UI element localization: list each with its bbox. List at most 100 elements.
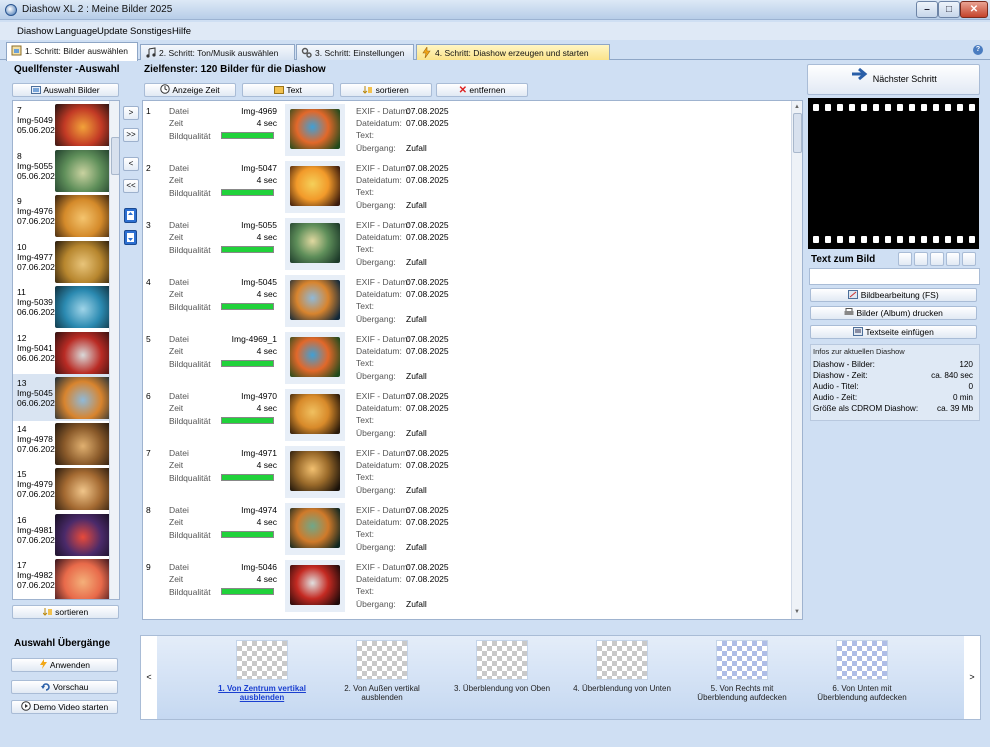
align-left-icon[interactable] bbox=[898, 252, 912, 266]
maximize-button[interactable]: □ bbox=[938, 1, 960, 18]
source-list-item[interactable]: 9 Img-4976 07.06.2025 bbox=[13, 192, 119, 239]
row-file-value: Img-4974 bbox=[241, 505, 277, 515]
move-down-icon[interactable] bbox=[124, 230, 137, 245]
quality-bar bbox=[221, 246, 274, 253]
demo-video-button[interactable]: Demo Video starten bbox=[11, 700, 118, 714]
text-button[interactable]: Text bbox=[242, 83, 334, 97]
remove-button[interactable]: ✕ entfernen bbox=[436, 83, 528, 97]
transition-item[interactable]: 1. Von Zentrum vertikal ausblenden bbox=[210, 640, 314, 702]
source-sort-button[interactable]: sortieren bbox=[12, 605, 119, 619]
source-list-item[interactable]: 7 Img-5049 05.06.2025 bbox=[13, 101, 119, 148]
row-transition-label: Übergang: bbox=[356, 257, 396, 267]
image-edit-button[interactable]: Bildbearbeitung (FS) bbox=[810, 288, 977, 302]
remove-all-button[interactable]: << bbox=[123, 179, 139, 193]
menu-diashow[interactable]: Diashow bbox=[17, 26, 53, 37]
display-time-button[interactable]: Anzeige Zeit bbox=[144, 83, 236, 97]
scroll-down-icon[interactable]: ▼ bbox=[794, 609, 800, 615]
add-all-button[interactable]: >> bbox=[123, 128, 139, 142]
insert-textpage-button[interactable]: Textseite einfügen bbox=[810, 325, 977, 339]
row-transition-value: Zufall bbox=[406, 143, 427, 153]
transitions-scroll-left[interactable]: < bbox=[141, 636, 157, 719]
target-list-row[interactable]: 5 Datei Img-4969_1 Zeit 4 sec Bildqualit… bbox=[143, 329, 791, 386]
transition-label: 2. Von Außen vertikal ausblenden bbox=[344, 684, 420, 702]
align-right-icon[interactable] bbox=[962, 252, 976, 266]
source-list-item[interactable]: 12 Img-5041 06.06.2025 bbox=[13, 329, 119, 376]
menu-language[interactable]: Language bbox=[55, 26, 97, 37]
target-list-row[interactable]: 8 Datei Img-4974 Zeit 4 sec Bildqualität… bbox=[143, 500, 791, 557]
source-item-name: Img-4982 bbox=[17, 570, 53, 580]
source-thumbnail bbox=[55, 240, 117, 283]
scroll-up-icon[interactable]: ▲ bbox=[794, 104, 800, 110]
apply-button[interactable]: Anwenden bbox=[11, 658, 118, 672]
align-center-icon[interactable] bbox=[914, 252, 928, 266]
source-scroll-thumb[interactable] bbox=[111, 137, 119, 175]
menu-hilfe[interactable]: Hilfe bbox=[172, 26, 191, 37]
tab-step-4[interactable]: 4. Schritt: Diashow erzeugen und starten bbox=[416, 44, 610, 60]
print-album-button[interactable]: Bilder (Album) drucken bbox=[810, 306, 977, 320]
transition-item[interactable]: 2. Von Außen vertikal ausblenden bbox=[330, 640, 434, 702]
tab-step-1[interactable]: 1. Schritt: Bilder auswählen bbox=[6, 42, 138, 61]
source-list-item[interactable]: 15 Img-4979 07.06.2025 bbox=[13, 465, 119, 512]
target-scroll-thumb[interactable] bbox=[793, 113, 802, 153]
tab-step-3[interactable]: 3. Schritt: Einstellungen bbox=[296, 44, 414, 60]
transition-item[interactable]: 4. Überblendung von Unten bbox=[570, 640, 674, 693]
minimize-button[interactable]: – bbox=[916, 1, 938, 18]
menu-sonstiges[interactable]: Sonstiges bbox=[130, 26, 172, 37]
printer-icon bbox=[844, 307, 854, 320]
move-up-icon[interactable] bbox=[124, 208, 137, 223]
film-perforation bbox=[897, 104, 903, 111]
row-number: 7 bbox=[146, 448, 151, 458]
tab-step-3-label: 3. Schritt: Einstellungen bbox=[315, 48, 405, 58]
source-list-item[interactable]: 14 Img-4978 07.06.2025 bbox=[13, 420, 119, 467]
source-item-name: Img-5041 bbox=[17, 342, 53, 353]
row-filedate-label: Dateidatum: bbox=[356, 175, 402, 185]
target-list-row[interactable]: 2 Datei Img-5047 Zeit 4 sec Bildqualität… bbox=[143, 158, 791, 215]
row-thumbnail bbox=[290, 223, 340, 263]
row-thumbnail bbox=[290, 280, 340, 320]
tab-step-2[interactable]: 2. Schritt: Ton/Musik auswählen bbox=[140, 44, 295, 60]
target-list-row[interactable]: 1 Datei Img-4969 Zeit 4 sec Bildqualität… bbox=[143, 101, 791, 158]
row-transition-value: Zufall bbox=[406, 314, 427, 324]
row-thumbnail-box bbox=[285, 104, 345, 156]
info-value: 0 min bbox=[952, 393, 973, 402]
rotate-icon[interactable] bbox=[930, 252, 944, 266]
source-list-item[interactable]: 11 Img-5039 06.06.2025 bbox=[13, 283, 119, 330]
remove-one-button[interactable]: < bbox=[123, 157, 139, 171]
target-list-row[interactable]: 7 Datei Img-4971 Zeit 4 sec Bildqualität… bbox=[143, 443, 791, 500]
target-list-row[interactable]: 4 Datei Img-5045 Zeit 4 sec Bildqualität… bbox=[143, 272, 791, 329]
source-list-item[interactable]: 8 Img-5055 05.06.2025 bbox=[13, 147, 119, 194]
menu-update[interactable]: Update bbox=[97, 26, 128, 37]
source-list-item[interactable]: 13 Img-5045 06.06.2025 bbox=[13, 374, 119, 421]
source-scrollbar[interactable] bbox=[109, 101, 119, 599]
help-icon[interactable]: ? bbox=[973, 45, 983, 55]
source-item-name: Img-5045 bbox=[17, 388, 53, 398]
transitions-scroll-right[interactable]: > bbox=[964, 636, 980, 719]
source-list-item[interactable]: 16 Img-4981 07.06.2025 bbox=[13, 511, 119, 558]
source-item-num: 13 bbox=[17, 378, 27, 388]
transition-item[interactable]: 6. Von Unten mit Überblendung aufdecken bbox=[810, 640, 914, 702]
next-step-button[interactable]: Nächster Schritt bbox=[807, 64, 980, 95]
film-perforation bbox=[849, 236, 855, 243]
target-list-row[interactable]: 6 Datei Img-4970 Zeit 4 sec Bildqualität… bbox=[143, 386, 791, 443]
select-images-button[interactable]: Auswahl Bilder bbox=[12, 83, 119, 97]
target-list-row[interactable]: 3 Datei Img-5055 Zeit 4 sec Bildqualität… bbox=[143, 215, 791, 272]
row-exif-value: 07.08.2025 bbox=[406, 562, 449, 572]
transition-item[interactable]: 3. Überblendung von Oben bbox=[450, 640, 554, 693]
row-exif-value: 07.08.2025 bbox=[406, 163, 449, 173]
film-perforation bbox=[945, 236, 951, 243]
source-item-text: 8 Img-5055 05.06.2025 bbox=[17, 151, 60, 181]
add-one-button[interactable]: > bbox=[123, 106, 139, 120]
align-up-icon[interactable] bbox=[946, 252, 960, 266]
transition-item[interactable]: 5. Von Rechts mit Überblendung aufdecken bbox=[690, 640, 794, 702]
target-scrollbar[interactable]: ▲ ▼ bbox=[791, 101, 802, 619]
source-list-item[interactable]: 17 Img-4982 07.06.2025 bbox=[13, 556, 119, 599]
source-list-item[interactable]: 10 Img-4977 07.06.2025 bbox=[13, 238, 119, 285]
target-sort-button[interactable]: sortieren bbox=[340, 83, 432, 97]
preview-button[interactable]: Vorschau bbox=[11, 680, 118, 694]
row-file-value: Img-4969_1 bbox=[231, 334, 277, 344]
row-transition-value: Zufall bbox=[406, 257, 427, 267]
text-to-image-input[interactable] bbox=[809, 268, 980, 285]
close-button[interactable]: ✕ bbox=[960, 1, 988, 18]
source-thumbnail bbox=[55, 331, 117, 374]
target-list-row[interactable]: 9 Datei Img-5046 Zeit 4 sec Bildqualität… bbox=[143, 557, 791, 614]
